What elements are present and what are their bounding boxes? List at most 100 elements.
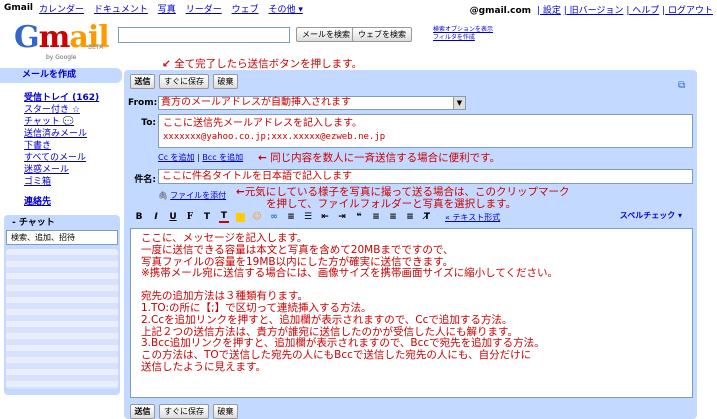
chat-panel: - チャット 検索、追加、招待 xyxy=(4,215,120,395)
bold-icon[interactable]: B xyxy=(134,212,144,222)
from-label: From: xyxy=(128,98,158,108)
align-center-icon[interactable]: ≡ xyxy=(388,212,398,222)
compose-toolbar-top: 送信 すぐに保存 破棄 xyxy=(130,74,238,89)
create-filter-link[interactable]: フィルタを作成 xyxy=(433,34,493,42)
font-size-icon[interactable]: T xyxy=(202,212,212,222)
gmail-logo[interactable]: Gmail BETA by Google xyxy=(14,20,110,62)
align-right-icon[interactable]: ≡ xyxy=(405,212,415,222)
add-cc-link[interactable]: Cc を追加 xyxy=(158,153,195,162)
from-select[interactable]: 貴方のメールアドレスが自動挿入されます ▼ xyxy=(158,96,466,110)
sidebar-item-chat[interactable]: チャット 💬 xyxy=(24,116,122,128)
body-line: 送信したように見えます。 xyxy=(141,360,266,373)
add-bcc-link[interactable]: Bcc を追加 xyxy=(202,153,243,162)
paperclip-icon[interactable]: 🖇 xyxy=(158,191,168,200)
text-color-icon[interactable]: T xyxy=(219,211,229,223)
font-icon[interactable]: F xyxy=(185,212,195,222)
link-icon[interactable]: ∞ xyxy=(269,212,279,222)
search-mail-button[interactable]: メールを検索 xyxy=(296,27,356,42)
logo-m: m xyxy=(38,20,71,55)
sidebar-item-sent[interactable]: 送信済みメール xyxy=(24,128,122,140)
attach-annotation: ←元気にしている様子を写真に撮って送る場合は、このクリップマーク を押して、ファ… xyxy=(236,186,570,210)
account-email: @gmail.com xyxy=(469,6,532,16)
search-web-button[interactable]: ウェブを検索 xyxy=(352,27,412,42)
from-value: 貴方のメールアドレスが自動挿入されます xyxy=(161,97,351,108)
to-field[interactable]: ここに送信先メールアドレスを記入します。 xxxxxxx@yahoo.co.jp… xyxy=(158,114,693,148)
message-body[interactable]: ここに、メッセージを記入します。 一度に送信できる容量は本文と写真を含めて20M… xyxy=(130,228,693,398)
send-annotation-text: 全て完了したら送信ボタンを押します。 xyxy=(174,58,363,70)
settings-link[interactable]: | 設定 xyxy=(537,6,561,16)
indent-icon[interactable]: ⇥ xyxy=(337,212,347,222)
chevron-down-icon[interactable]: ▼ xyxy=(453,97,465,109)
sidebar-item-trash[interactable]: ゴミ箱 xyxy=(24,176,122,188)
by-google-label: by Google xyxy=(46,54,77,61)
save-now-button[interactable]: すぐに保存 xyxy=(159,74,209,89)
discard-button[interactable]: 破棄 xyxy=(213,74,238,89)
to-label: To: xyxy=(141,118,156,128)
chat-header[interactable]: - チャット xyxy=(6,217,118,230)
sidebar-item-contacts[interactable]: 連絡先 xyxy=(0,194,122,207)
outdent-icon[interactable]: ⇤ xyxy=(320,212,330,222)
italic-icon[interactable]: I xyxy=(151,212,161,222)
send-annotation: ↙ 全て完了したら送信ボタンを押します。 xyxy=(162,58,363,70)
plain-text-link[interactable]: « テキスト形式 xyxy=(445,212,500,223)
sidebar-item-inbox[interactable]: 受信トレイ (162) xyxy=(24,92,122,104)
attach-annotation-line-1: 元気にしている様子を写真に撮って送る場合は、このクリップマーク xyxy=(244,186,570,198)
top-nav: カレンダー ドキュメント 写真 リーダー ウェブ その他 ▾ xyxy=(39,2,310,15)
discard-button-bottom[interactable]: 破棄 xyxy=(213,404,238,419)
top-bar: Gmail カレンダー ドキュメント 写真 リーダー ウェブ その他 ▾ @gm… xyxy=(0,0,717,16)
popout-icon[interactable]: ⧉ xyxy=(678,80,690,91)
old-version-link[interactable]: | 旧バージョン xyxy=(564,6,624,16)
chat-contact-list xyxy=(6,249,118,389)
body-line: ※携帯メール宛に送信する場合には、画像サイズを携帯画面サイズに縮小してください。 xyxy=(141,267,559,280)
body-line: 2.Ccを追加リンクを押すと、追加欄が表示されますので、Ccで追加する方法。 xyxy=(141,313,513,326)
nav-photos[interactable]: 写真 xyxy=(158,5,176,15)
cc-annotation: ← 同じ内容を数人に一斉送信する場合に便利です。 xyxy=(258,152,501,164)
nav-reader[interactable]: リーダー xyxy=(186,5,222,15)
attach-annotation-line-2: を押して、ファイルフォルダーと写真を選択します。 xyxy=(266,198,517,210)
nav-docs[interactable]: ドキュメント xyxy=(94,5,148,15)
search-options: 検索オプションを表示 フィルタを作成 xyxy=(433,26,493,42)
cc-bcc-links: Cc を追加 | Bcc を追加 xyxy=(158,152,243,163)
chat-search-input[interactable]: 検索、追加、招待 xyxy=(6,230,118,245)
brand-label: Gmail xyxy=(4,3,34,13)
compose-toolbar-bottom: 送信 すぐに保存 破棄 xyxy=(130,404,238,419)
sidebar-item-spam[interactable]: 迷惑メール xyxy=(24,164,122,176)
highlight-color-icon[interactable] xyxy=(236,212,245,222)
beta-label: BETA xyxy=(88,44,104,51)
emoticon-icon[interactable]: ☺ xyxy=(252,212,262,222)
subject-label: 件名: xyxy=(134,175,156,185)
sidebar-item-drafts[interactable]: 下書き xyxy=(24,140,122,152)
search-options-link[interactable]: 検索オプションを表示 xyxy=(433,26,493,34)
sidebar-item-all-mail[interactable]: すべてのメール xyxy=(24,152,122,164)
to-line-2: xxxxxxx@yahoo.co.jp;xxx.xxxxx@ezweb.ne.j… xyxy=(163,132,386,142)
quote-icon[interactable]: ❝ xyxy=(354,212,364,222)
send-button-bottom[interactable]: 送信 xyxy=(130,404,155,419)
nav-calendar[interactable]: カレンダー xyxy=(39,5,84,15)
align-left-icon[interactable]: ≡ xyxy=(371,212,381,222)
send-button[interactable]: 送信 xyxy=(130,74,155,89)
bullet-list-icon[interactable]: ☰ xyxy=(303,212,313,222)
remove-format-icon[interactable]: T̸ xyxy=(422,212,432,222)
to-line-1: ここに送信先メールアドレスを記入します。 xyxy=(163,118,362,129)
compose-label: メールを作成 xyxy=(22,70,77,80)
subject-input[interactable]: ここに件名タイトルを日本語で記入します xyxy=(158,169,693,184)
save-now-button-bottom[interactable]: すぐに保存 xyxy=(159,404,209,419)
formatting-toolbar: B I U F T T ☺ ∞ ≡ ☰ ⇤ ⇥ ❝ ≡ ≡ ≡ T̸ « テキス… xyxy=(134,210,694,224)
body-line: 一度に送信できる容量は本文と写真を含めて20MBまでですので、 xyxy=(141,243,454,256)
account-links: @gmail.com | 設定 | 旧バージョン | ヘルプ | ログアウト xyxy=(470,3,713,16)
attach-file: 🖇 ファイルを添付 xyxy=(158,190,226,201)
attach-file-link[interactable]: ファイルを添付 xyxy=(170,191,226,200)
numbered-list-icon[interactable]: ≡ xyxy=(286,212,296,222)
logo-g: G xyxy=(14,20,40,55)
sidebar: メールを作成 受信トレイ (162) スター付き ☆ チャット 💬 送信済みメー… xyxy=(0,68,122,419)
compose-mail-link[interactable]: メールを作成 xyxy=(0,68,122,83)
folder-list: 受信トレイ (162) スター付き ☆ チャット 💬 送信済みメール 下書き す… xyxy=(0,92,122,188)
spellcheck-link[interactable]: スペルチェック ▾ xyxy=(620,210,682,221)
nav-more[interactable]: その他 ▾ xyxy=(268,5,302,15)
search-input[interactable] xyxy=(118,27,290,43)
sidebar-item-starred[interactable]: スター付き ☆ xyxy=(24,104,122,116)
help-link[interactable]: | ヘルプ xyxy=(626,6,659,16)
underline-icon[interactable]: U xyxy=(168,212,178,222)
nav-web[interactable]: ウェブ xyxy=(232,5,259,15)
logout-link[interactable]: | ログアウト xyxy=(662,6,713,16)
